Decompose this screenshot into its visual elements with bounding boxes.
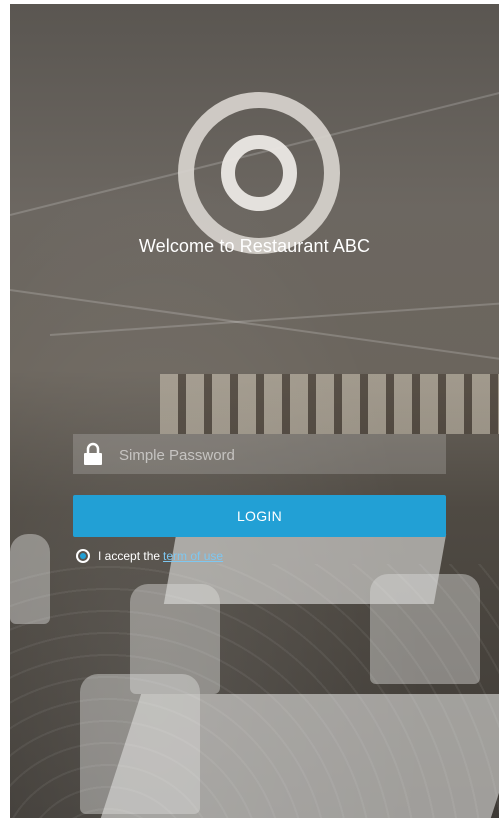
login-screen: Welcome to Restaurant ABC LOGIN I accept… (10, 4, 499, 818)
terms-of-use-link[interactable]: term of use (163, 549, 223, 563)
welcome-title: Welcome to Restaurant ABC (138, 236, 371, 256)
password-input[interactable] (117, 434, 441, 476)
target-ring-logo (178, 92, 340, 254)
ceiling-beam (49, 301, 499, 336)
lock-icon (84, 442, 102, 465)
login-button[interactable]: LOGIN (73, 495, 446, 537)
carpet-pattern (10, 564, 499, 818)
terms-prefix-text: I accept the (98, 549, 161, 563)
ceiling-beam (10, 289, 499, 364)
window-band (160, 374, 499, 434)
password-field[interactable] (73, 434, 446, 476)
terms-radio[interactable] (76, 549, 90, 563)
terms-accept-row: I accept the term of use (76, 547, 223, 565)
